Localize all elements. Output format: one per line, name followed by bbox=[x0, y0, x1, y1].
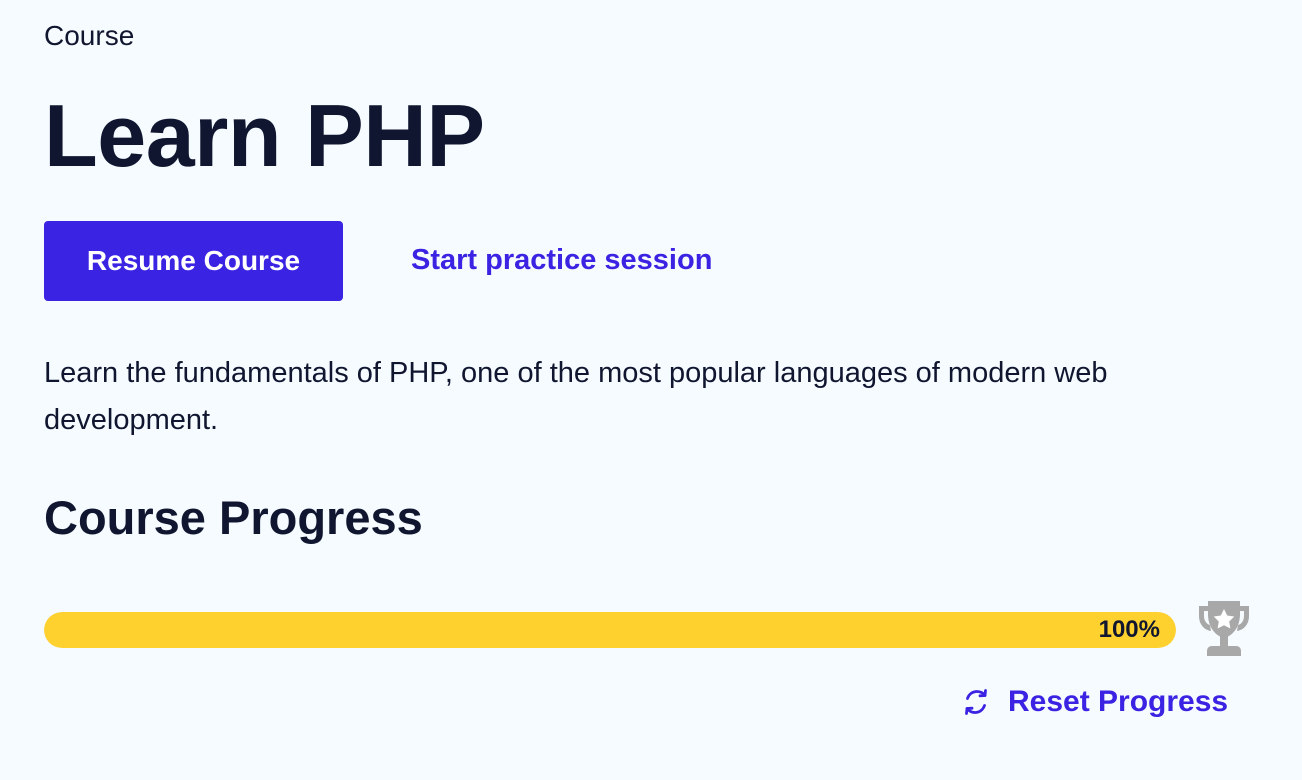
course-page: Course Learn PHP Resume Course Start pra… bbox=[44, 0, 1264, 780]
page-title: Learn PHP bbox=[44, 86, 485, 185]
reset-progress-button[interactable]: Reset Progress bbox=[960, 682, 1228, 722]
course-description: Learn the fundamentals of PHP, one of th… bbox=[44, 357, 1108, 436]
trophy-icon bbox=[1199, 601, 1249, 656]
refresh-icon bbox=[965, 689, 987, 715]
resume-course-button[interactable]: Resume Course bbox=[44, 221, 343, 301]
reset-progress-label: Reset Progress bbox=[1008, 685, 1229, 718]
progress-percentage: 100% bbox=[1098, 616, 1160, 643]
progress-bar: 100% bbox=[44, 612, 1176, 648]
course-progress-heading: Course Progress bbox=[44, 491, 423, 544]
start-practice-session-link[interactable]: Start practice session bbox=[411, 241, 712, 279]
progress-fill bbox=[44, 612, 1176, 648]
course-eyebrow: Course bbox=[44, 20, 135, 51]
